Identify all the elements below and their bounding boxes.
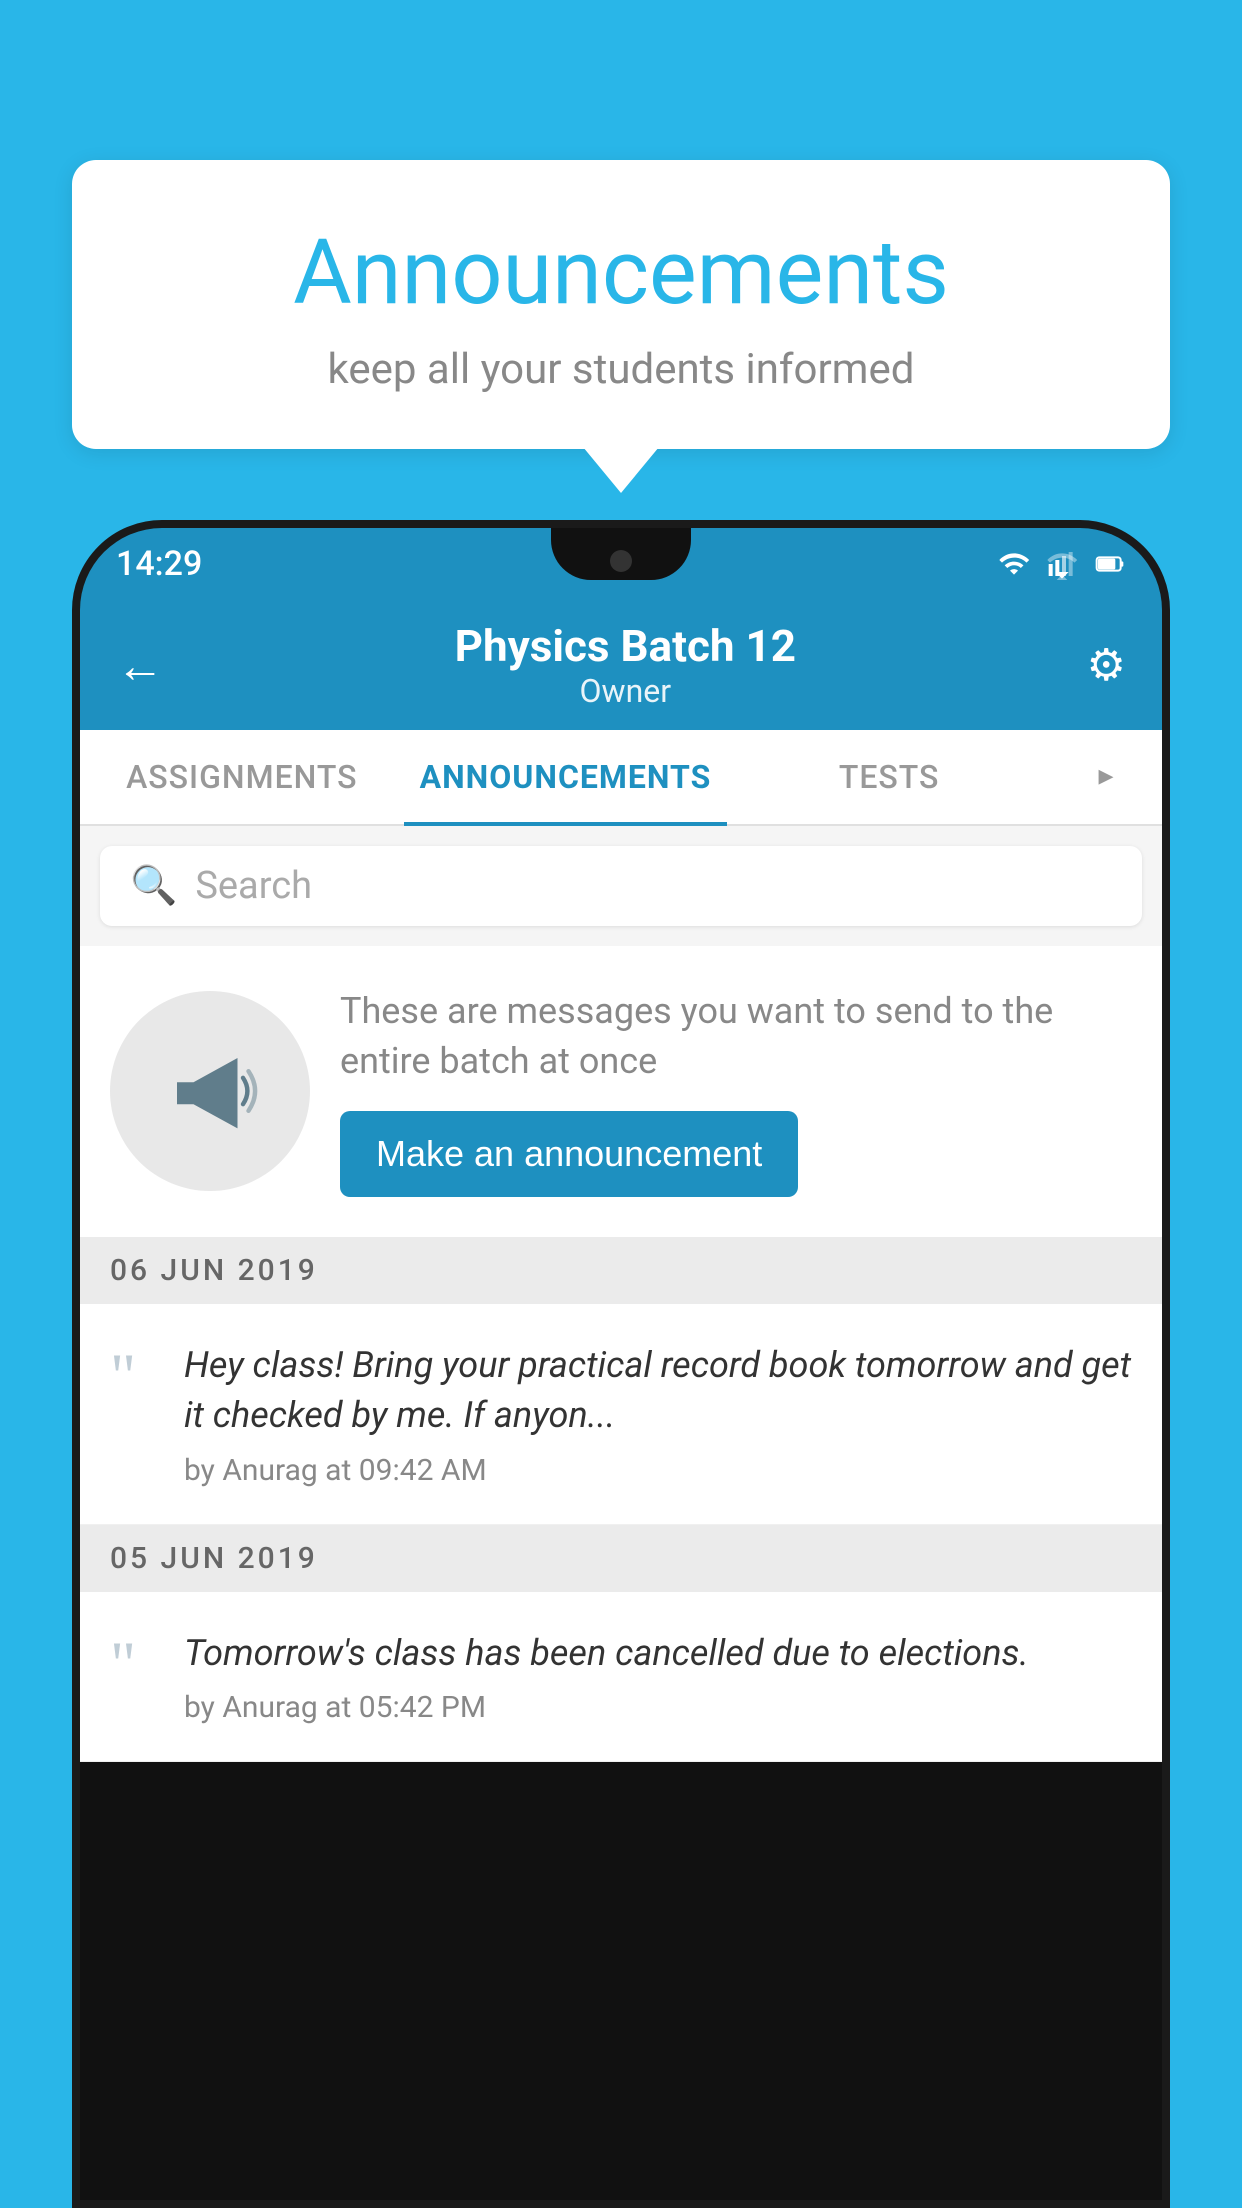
make-announcement-button[interactable]: Make an announcement bbox=[340, 1111, 798, 1197]
header-center: Physics Batch 12 Owner bbox=[164, 620, 1087, 710]
batch-title: Physics Batch 12 bbox=[164, 620, 1087, 672]
search-placeholder: Search bbox=[195, 864, 312, 908]
prompt-text: These are messages you want to send to t… bbox=[340, 986, 1132, 1087]
settings-button[interactable]: ⚙ bbox=[1087, 639, 1126, 691]
search-bar[interactable]: 🔍 Search bbox=[100, 846, 1142, 926]
tab-assignments[interactable]: ASSIGNMENTS bbox=[80, 730, 404, 824]
battery-icon bbox=[1094, 548, 1126, 580]
back-button[interactable]: ← bbox=[116, 637, 164, 694]
ann-author-1: by Anurag at 09:42 AM bbox=[184, 1453, 1132, 1488]
phone-frame: 14:29 ← Phys bbox=[72, 520, 1170, 2208]
search-icon: 🔍 bbox=[130, 864, 177, 908]
date-separator-1: 06 JUN 2019 bbox=[80, 1237, 1162, 1304]
phone-notch bbox=[551, 528, 691, 580]
announcement-icon-circle bbox=[110, 991, 310, 1191]
megaphone-icon bbox=[155, 1036, 265, 1146]
status-icons bbox=[998, 548, 1126, 580]
announcement-item-2[interactable]: " Tomorrow's class has been cancelled du… bbox=[80, 1592, 1162, 1762]
announcement-prompt: These are messages you want to send to t… bbox=[80, 946, 1162, 1237]
batch-role: Owner bbox=[164, 672, 1087, 710]
tab-bar: ASSIGNMENTS ANNOUNCEMENTS TESTS ▸ bbox=[80, 730, 1162, 826]
quote-icon-2: " bbox=[110, 1632, 160, 1696]
ann-message-1: Hey class! Bring your practical record b… bbox=[184, 1340, 1132, 1441]
ann-author-2: by Anurag at 05:42 PM bbox=[184, 1690, 1029, 1725]
status-time: 14:29 bbox=[116, 544, 202, 584]
tab-tests[interactable]: TESTS bbox=[727, 730, 1051, 824]
card-title: Announcements bbox=[152, 220, 1090, 325]
wifi-icon bbox=[998, 548, 1030, 580]
prompt-right: These are messages you want to send to t… bbox=[340, 986, 1132, 1197]
notch-camera bbox=[610, 550, 632, 572]
signal-icon bbox=[1046, 548, 1078, 580]
tab-more[interactable]: ▸ bbox=[1051, 730, 1162, 824]
ann-message-2: Tomorrow's class has been cancelled due … bbox=[184, 1628, 1029, 1678]
date-separator-2: 05 JUN 2019 bbox=[80, 1525, 1162, 1592]
content-area: 🔍 Search These are messages you wa bbox=[80, 826, 1162, 1762]
announcement-item-1[interactable]: " Hey class! Bring your practical record… bbox=[80, 1304, 1162, 1525]
ann-content-2: Tomorrow's class has been cancelled due … bbox=[184, 1628, 1029, 1725]
announcement-card: Announcements keep all your students inf… bbox=[72, 160, 1170, 449]
quote-icon-1: " bbox=[110, 1344, 160, 1408]
card-subtitle: keep all your students informed bbox=[152, 345, 1090, 394]
ann-content-1: Hey class! Bring your practical record b… bbox=[184, 1340, 1132, 1488]
app-header: ← Physics Batch 12 Owner ⚙ bbox=[80, 600, 1162, 730]
tab-announcements[interactable]: ANNOUNCEMENTS bbox=[404, 730, 728, 824]
